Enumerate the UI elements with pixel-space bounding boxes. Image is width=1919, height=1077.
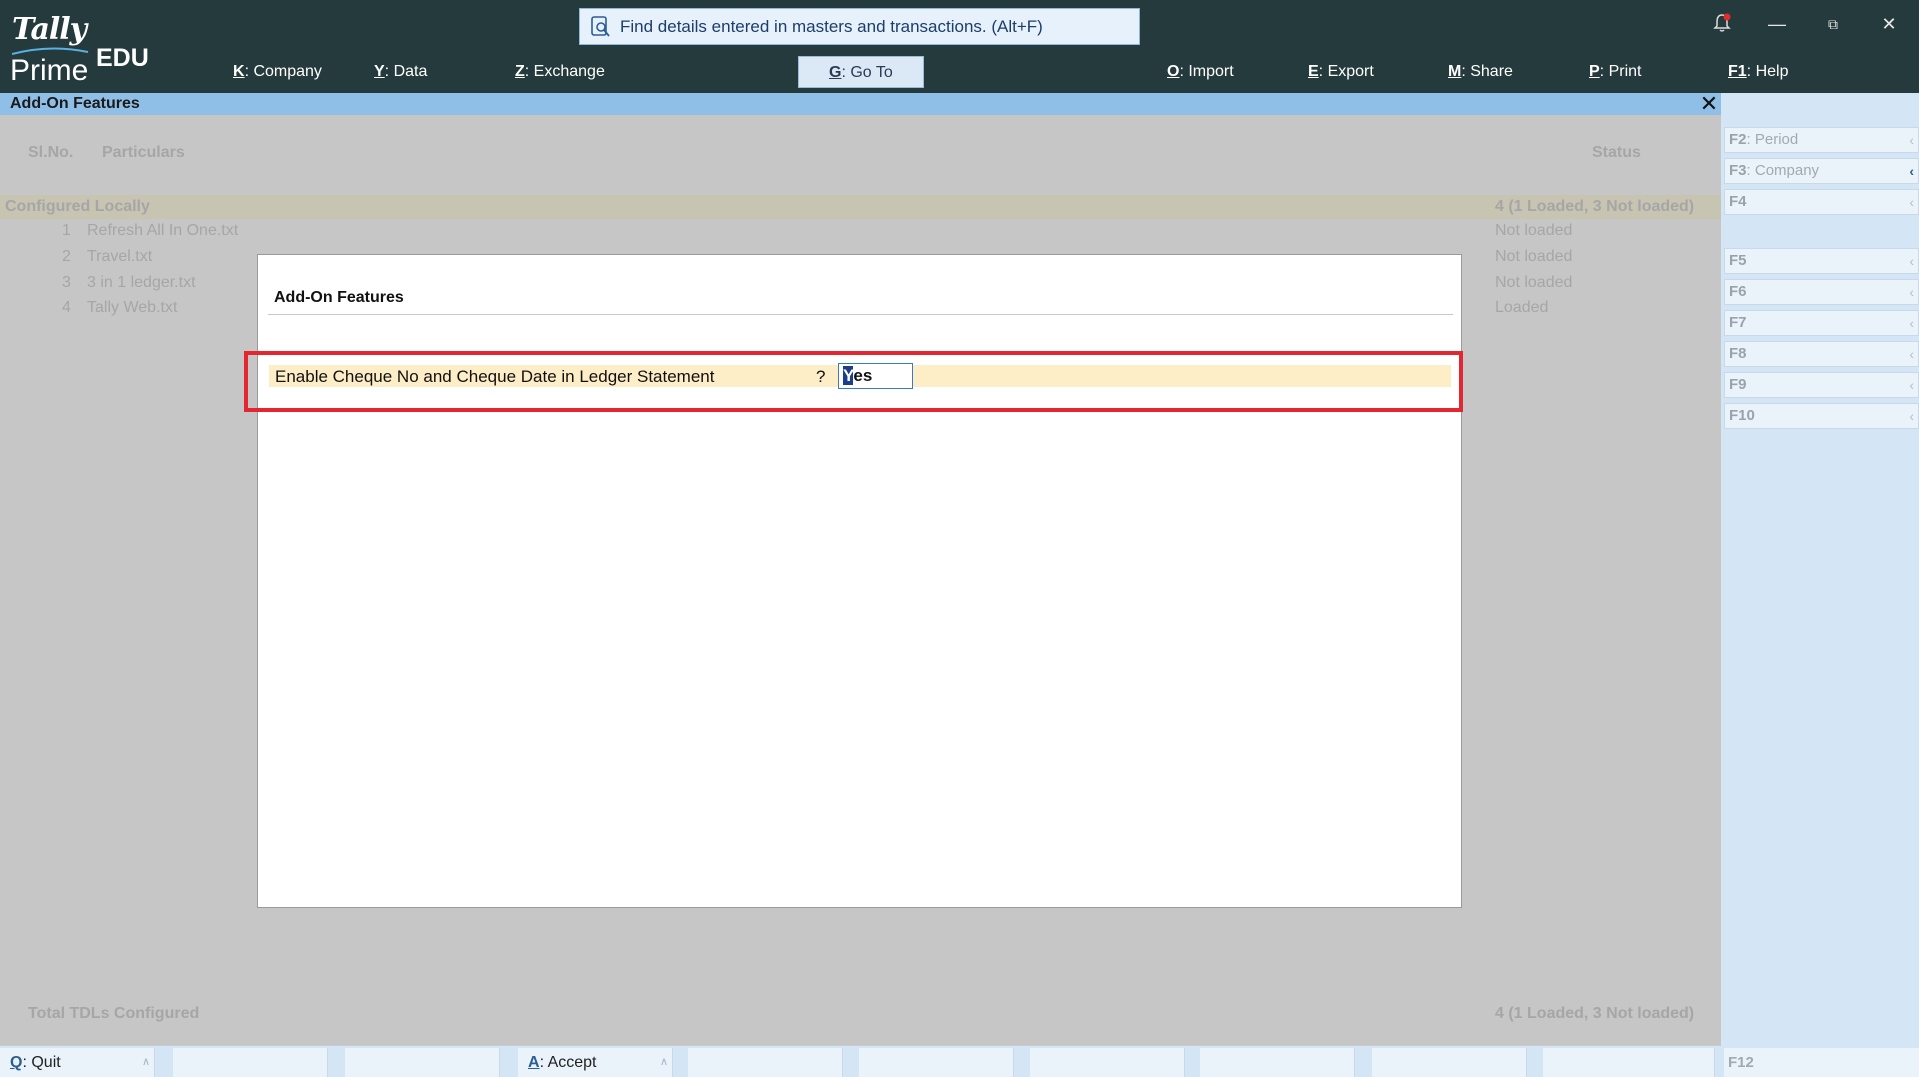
column-header-status: Status: [1592, 144, 1641, 161]
bottom-button-bar: Q: Quit ∧ A: Accept ∧: [0, 1046, 1721, 1077]
notification-bell-icon[interactable]: [1710, 12, 1734, 36]
f6-button[interactable]: F6 ‹: [1724, 279, 1919, 305]
close-window-icon[interactable]: ✕: [1877, 12, 1901, 36]
row-number: 4: [62, 299, 71, 316]
column-header-slno: Sl.No.: [28, 144, 74, 161]
row-number: 3: [62, 274, 71, 291]
row-status: Not loaded: [1495, 274, 1573, 291]
search-placeholder: Find details entered in masters and tran…: [620, 16, 1043, 36]
main-menu: K: Company Y: Data Z: Exchange G: Go To …: [0, 56, 1919, 88]
chevron-left-icon: ‹: [1909, 284, 1914, 300]
row-name: Travel.txt: [87, 248, 153, 265]
chevron-left-icon: ‹: [1909, 408, 1914, 424]
menu-go-to[interactable]: G: Go To: [798, 56, 924, 88]
row-name: Refresh All In One.txt: [87, 222, 239, 239]
group-label: Configured Locally: [5, 198, 150, 215]
row-status: Not loaded: [1495, 222, 1573, 239]
screen-title: Add-On Features: [10, 95, 140, 112]
chevron-left-icon: ‹: [1909, 194, 1914, 210]
search-bar[interactable]: Find details entered in masters and tran…: [579, 8, 1140, 45]
logo-tally-text: Tally: [12, 12, 87, 47]
caret-up-icon: ∧: [141, 1056, 150, 1068]
f9-button[interactable]: F9 ‹: [1724, 372, 1919, 398]
menu-export[interactable]: E: Export: [1308, 56, 1374, 88]
chevron-left-icon: ‹: [1909, 315, 1914, 331]
bottom-slot-6[interactable]: [859, 1048, 1014, 1077]
row-name: Tally Web.txt: [87, 299, 178, 316]
bottom-slot-9[interactable]: [1372, 1048, 1527, 1077]
screen-title-bar: Add-On Features ✕: [0, 93, 1721, 115]
chevron-left-icon: ‹: [1909, 346, 1914, 362]
menu-data[interactable]: Y: Data: [374, 56, 427, 88]
bottom-slot-7[interactable]: [1030, 1048, 1185, 1077]
menu-print[interactable]: P: Print: [1589, 56, 1641, 88]
row-name: 3 in 1 ledger.txt: [87, 274, 196, 291]
chevron-left-icon: ‹: [1909, 132, 1914, 148]
menu-company[interactable]: K: Company: [233, 56, 322, 88]
chevron-left-icon: ‹: [1909, 253, 1914, 269]
quit-button[interactable]: Q: Quit ∧: [0, 1048, 155, 1077]
right-button-panel: F2: Period ‹ F3: Company ‹ F4 ‹ F5 ‹ F6 ‹ F7 ‹…: [1721, 93, 1919, 1077]
bottom-slot-8[interactable]: [1200, 1048, 1355, 1077]
restore-icon[interactable]: ⧉: [1821, 12, 1845, 36]
bottom-slot-2[interactable]: [173, 1048, 328, 1077]
top-bar: Tally Prime EDU Find details entered in …: [0, 0, 1919, 93]
bottom-slot-5[interactable]: [688, 1048, 843, 1077]
highlight-box: [244, 351, 1463, 412]
dialog-divider: [268, 314, 1453, 315]
column-header-particulars: Particulars: [102, 144, 185, 161]
minimize-icon[interactable]: —: [1765, 12, 1789, 36]
chevron-left-icon: ‹: [1909, 377, 1914, 393]
search-icon: [591, 15, 610, 37]
menu-exchange[interactable]: Z: Exchange: [515, 56, 605, 88]
f4-button[interactable]: F4 ‹: [1724, 189, 1919, 215]
f7-button[interactable]: F7 ‹: [1724, 310, 1919, 336]
row-status: Loaded: [1495, 299, 1549, 316]
bottom-slot-3[interactable]: [345, 1048, 500, 1077]
accept-button[interactable]: A: Accept ∧: [518, 1048, 673, 1077]
f3-company-button[interactable]: F3: Company ‹: [1724, 158, 1919, 184]
row-number: 2: [62, 248, 71, 265]
f8-button[interactable]: F8 ‹: [1724, 341, 1919, 367]
f12-configure-button[interactable]: F12: [1724, 1048, 1919, 1077]
total-status: 4 (1 Loaded, 3 Not loaded): [1495, 1005, 1695, 1022]
dialog-title: Add-On Features: [274, 289, 404, 306]
close-screen-icon[interactable]: ✕: [1698, 93, 1720, 115]
caret-up-icon: ∧: [659, 1056, 668, 1068]
menu-help[interactable]: F1: Help: [1728, 56, 1788, 88]
f2-period-button[interactable]: F2: Period ‹: [1724, 127, 1919, 153]
f10-button[interactable]: F10 ‹: [1724, 403, 1919, 429]
total-label: Total TDLs Configured: [28, 1005, 200, 1022]
bottom-slot-10[interactable]: [1543, 1048, 1715, 1077]
menu-import[interactable]: O: Import: [1167, 56, 1234, 88]
row-number: 1: [62, 222, 71, 239]
row-status: Not loaded: [1495, 248, 1573, 265]
group-row: Configured Locally 4 (1 Loaded, 3 Not lo…: [0, 195, 1721, 219]
chevron-left-icon: ‹: [1909, 163, 1914, 179]
f5-button[interactable]: F5 ‹: [1724, 248, 1919, 274]
menu-share[interactable]: M: Share: [1448, 56, 1513, 88]
group-status: 4 (1 Loaded, 3 Not loaded): [1495, 198, 1695, 215]
